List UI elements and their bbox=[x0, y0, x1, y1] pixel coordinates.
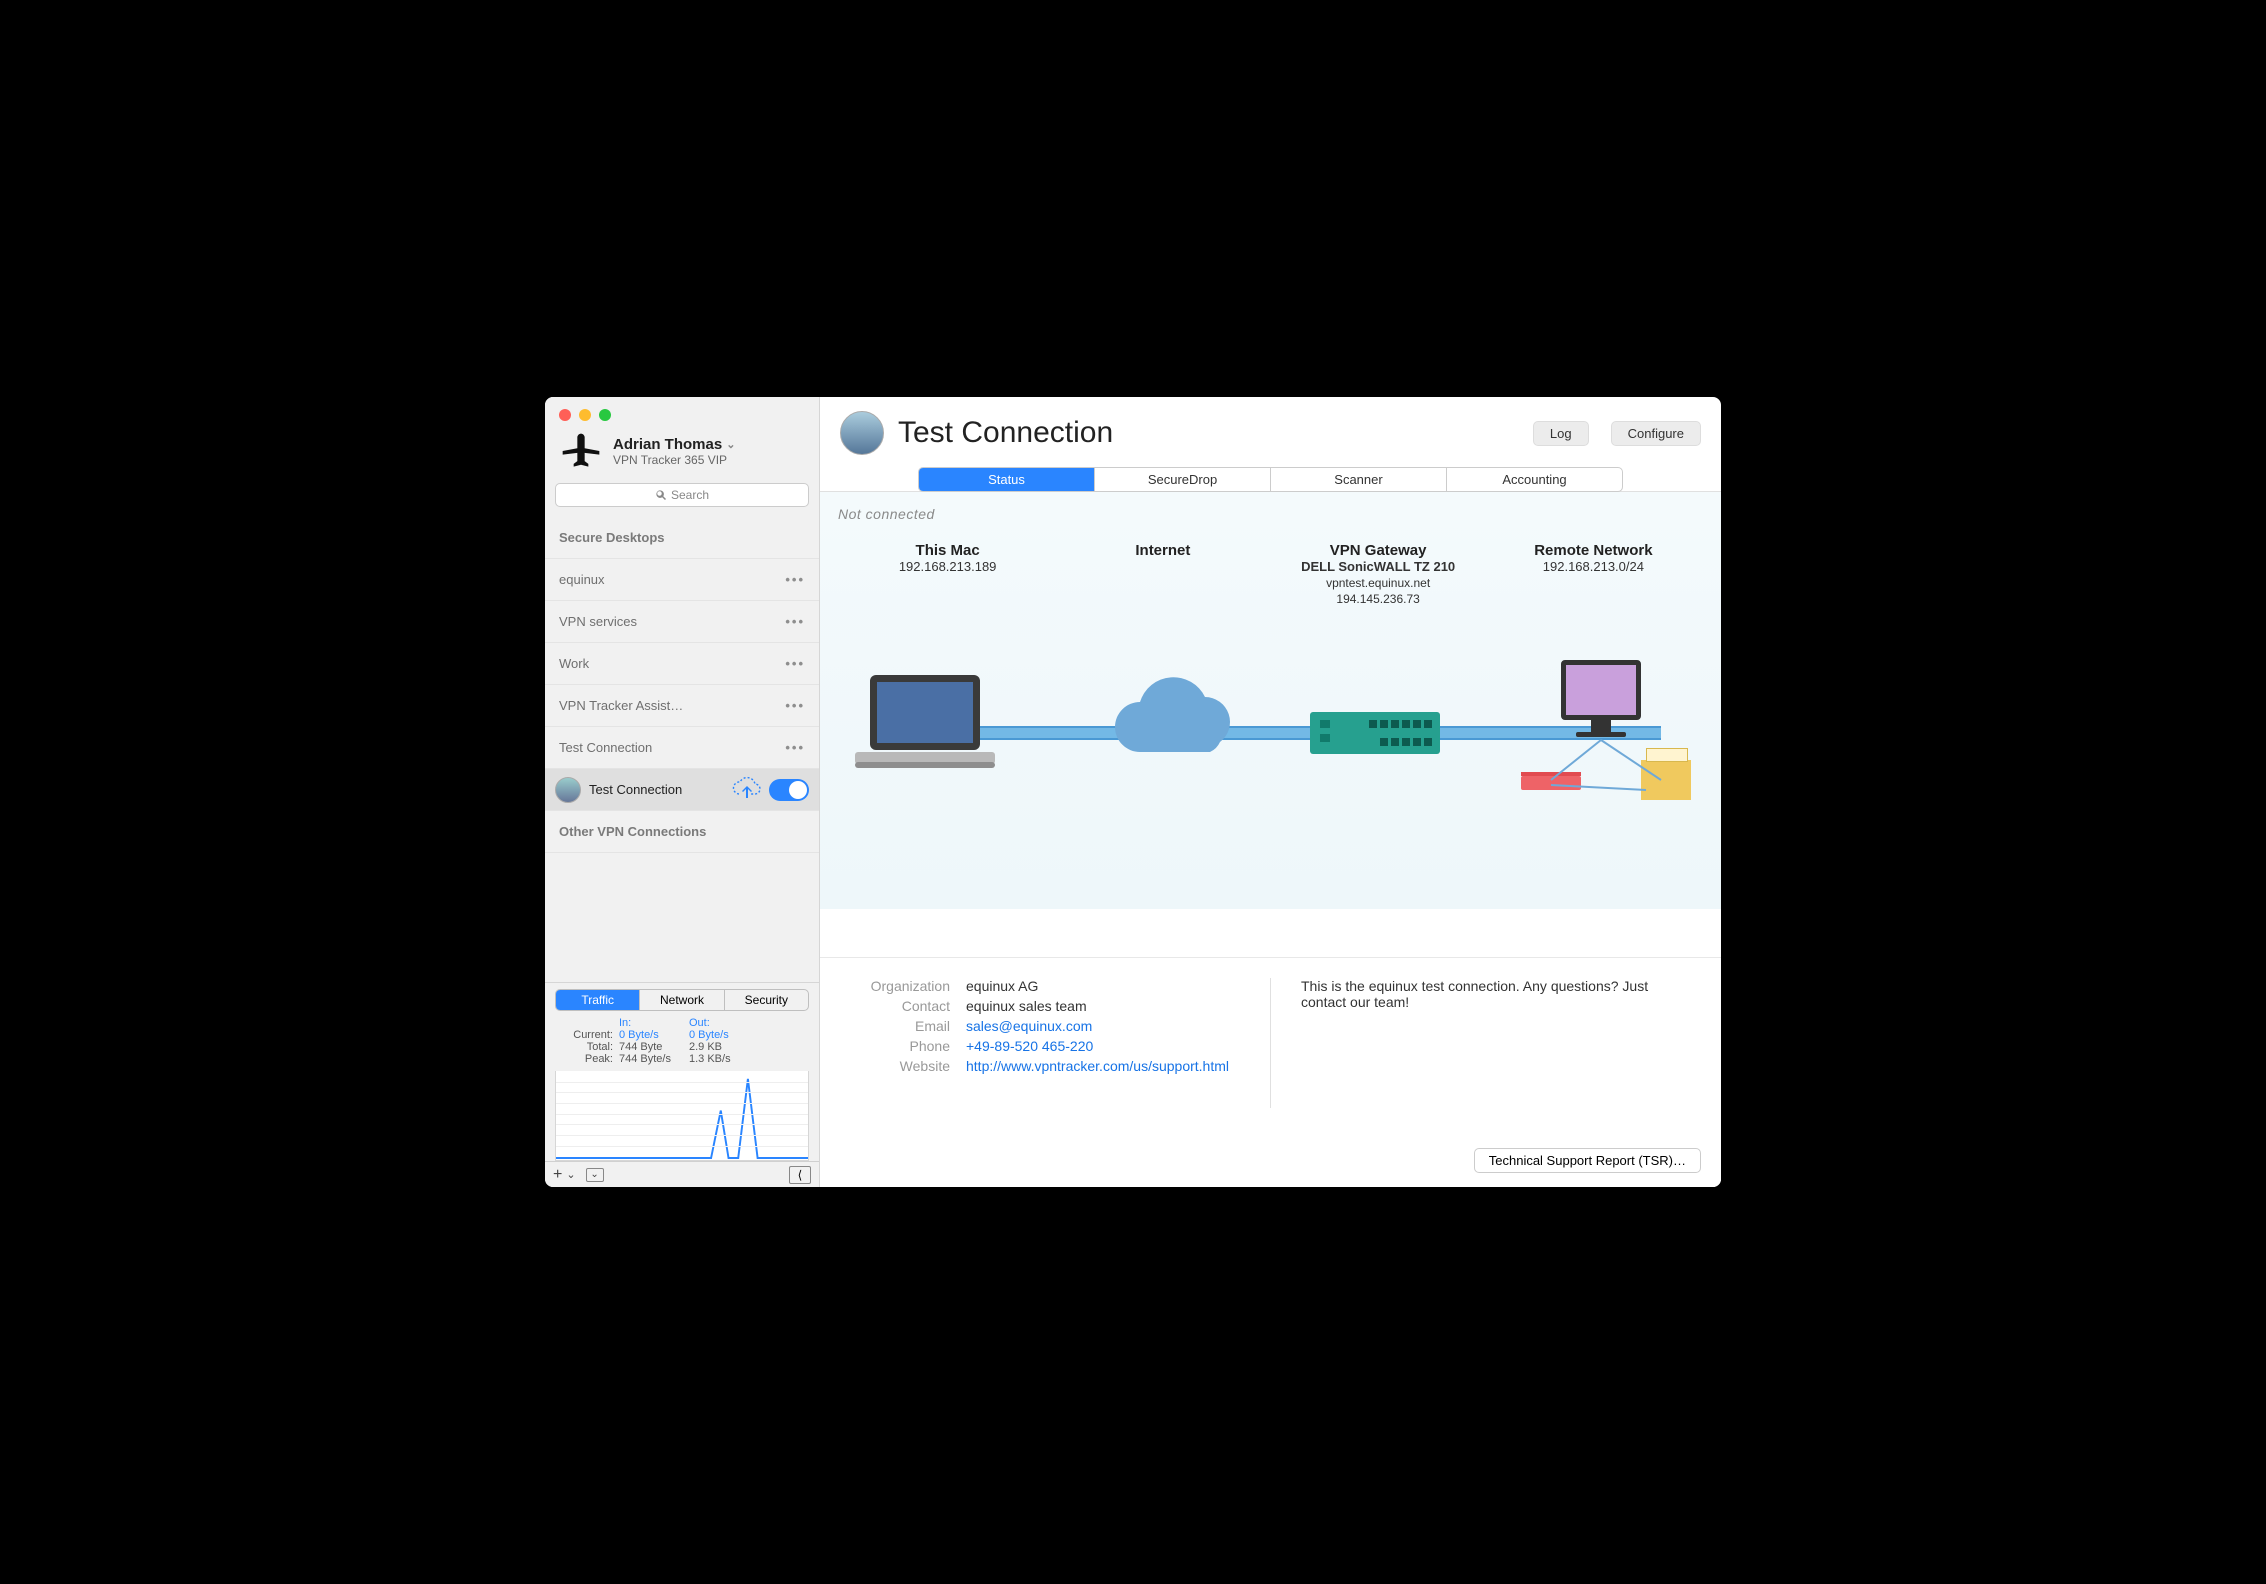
main-area: Test Connection Log Configure Status Sec… bbox=[820, 397, 1721, 1187]
log-button[interactable]: Log bbox=[1533, 421, 1589, 446]
sidebar-section-equinux[interactable]: equinux ••• bbox=[545, 559, 819, 601]
info-email-link[interactable]: sales@equinux.com bbox=[966, 1018, 1240, 1034]
info-contact-label: Contact bbox=[850, 998, 950, 1014]
more-icon[interactable]: ••• bbox=[785, 656, 805, 671]
tab-securedrop[interactable]: SecureDrop bbox=[1094, 468, 1270, 491]
info-phone-link[interactable]: +49-89-520 465-220 bbox=[966, 1038, 1240, 1054]
chevron-down-icon[interactable]: ⌄ bbox=[566, 1168, 575, 1181]
info-website-label: Website bbox=[850, 1058, 950, 1074]
window-controls bbox=[545, 397, 819, 421]
search-icon bbox=[655, 489, 667, 501]
menu-icon[interactable]: ⌄ bbox=[586, 1168, 604, 1182]
user-name: Adrian Thomas bbox=[613, 436, 722, 453]
info-strip: Organization equinux AG Contact equinux … bbox=[820, 957, 1721, 1187]
remote-network-icon bbox=[1521, 660, 1691, 810]
minimize-icon[interactable] bbox=[579, 409, 591, 421]
traffic-out-header: Out: bbox=[689, 1017, 759, 1029]
connection-icon bbox=[840, 411, 884, 455]
configure-button[interactable]: Configure bbox=[1611, 421, 1701, 446]
collapse-sidebar-button[interactable]: ⟨ bbox=[789, 1166, 811, 1184]
app-window: Adrian Thomas ⌄ VPN Tracker 365 VIP Sear… bbox=[545, 397, 1721, 1187]
more-icon[interactable]: ••• bbox=[785, 572, 805, 587]
more-icon[interactable]: ••• bbox=[785, 614, 805, 629]
info-org-label: Organization bbox=[850, 978, 950, 994]
info-website-link[interactable]: http://www.vpntracker.com/us/support.htm… bbox=[966, 1058, 1226, 1074]
traffic-in-header: In: bbox=[619, 1017, 689, 1029]
sidebar-section-assist[interactable]: VPN Tracker Assist… ••• bbox=[545, 685, 819, 727]
info-org-value: equinux AG bbox=[966, 978, 1240, 994]
sidebar-list: Secure Desktops equinux ••• VPN services… bbox=[545, 517, 819, 982]
more-icon[interactable]: ••• bbox=[785, 740, 805, 755]
search-placeholder: Search bbox=[671, 488, 709, 502]
info-phone-label: Phone bbox=[850, 1038, 950, 1054]
traffic-table: In: Out: Current: 0 Byte/s 0 Byte/s Tota… bbox=[555, 1017, 809, 1065]
tab-traffic[interactable]: Traffic bbox=[556, 990, 639, 1010]
header: Test Connection Log Configure Status Sec… bbox=[820, 397, 1721, 492]
main-tabs: Status SecureDrop Scanner Accounting bbox=[918, 467, 1623, 492]
cloud-upload-icon bbox=[731, 776, 761, 803]
connection-note: This is the equinux test connection. Any… bbox=[1301, 978, 1681, 1010]
status-canvas: Not connected This Mac 192.168.213.189 I… bbox=[820, 492, 1721, 1187]
fullscreen-icon[interactable] bbox=[599, 409, 611, 421]
tab-accounting[interactable]: Accounting bbox=[1446, 468, 1622, 491]
search-input[interactable]: Search bbox=[555, 483, 809, 507]
tab-network[interactable]: Network bbox=[639, 990, 723, 1010]
sidebar: Adrian Thomas ⌄ VPN Tracker 365 VIP Sear… bbox=[545, 397, 820, 1187]
sidebar-footer: + ⌄ ⌄ ⟨ bbox=[545, 1161, 819, 1187]
info-email-label: Email bbox=[850, 1018, 950, 1034]
traffic-sparkline bbox=[555, 1071, 809, 1161]
gateway-icon bbox=[1310, 712, 1440, 754]
connection-status-text: Not connected bbox=[838, 506, 935, 522]
page-title: Test Connection bbox=[898, 416, 1511, 450]
user-plan: VPN Tracker 365 VIP bbox=[613, 453, 735, 467]
sidebar-section-secure-desktops[interactable]: Secure Desktops bbox=[545, 517, 819, 559]
sidebar-section-other[interactable]: Other VPN Connections bbox=[545, 811, 819, 853]
cloud-icon bbox=[1100, 672, 1250, 777]
tsr-button[interactable]: Technical Support Report (TSR)… bbox=[1474, 1148, 1701, 1173]
traffic-segmented-control: Traffic Network Security bbox=[555, 989, 809, 1011]
traffic-panel: Traffic Network Security In: Out: Curren… bbox=[545, 982, 819, 1161]
info-contact-value: equinux sales team bbox=[966, 998, 1240, 1014]
connection-toggle[interactable] bbox=[769, 779, 809, 801]
sidebar-section-vpn-services[interactable]: VPN services ••• bbox=[545, 601, 819, 643]
tab-security[interactable]: Security bbox=[724, 990, 808, 1010]
more-icon[interactable]: ••• bbox=[785, 698, 805, 713]
node-vpn-gateway: VPN Gateway DELL SonicWALL TZ 210 vpntes… bbox=[1271, 542, 1486, 862]
add-button[interactable]: + bbox=[553, 1166, 562, 1184]
sidebar-section-test-connection[interactable]: Test Connection ••• bbox=[545, 727, 819, 769]
close-icon[interactable] bbox=[559, 409, 571, 421]
tab-scanner[interactable]: Scanner bbox=[1270, 468, 1446, 491]
laptop-icon bbox=[850, 670, 1000, 785]
plane-icon bbox=[559, 429, 603, 473]
connection-thumbnail-icon bbox=[555, 777, 581, 803]
account-row[interactable]: Adrian Thomas ⌄ VPN Tracker 365 VIP bbox=[545, 421, 819, 483]
chevron-down-icon: ⌄ bbox=[726, 438, 735, 451]
sidebar-item-test-connection[interactable]: Test Connection bbox=[545, 769, 819, 811]
divider bbox=[1270, 978, 1271, 1108]
tab-status[interactable]: Status bbox=[919, 468, 1094, 491]
sidebar-section-work[interactable]: Work ••• bbox=[545, 643, 819, 685]
